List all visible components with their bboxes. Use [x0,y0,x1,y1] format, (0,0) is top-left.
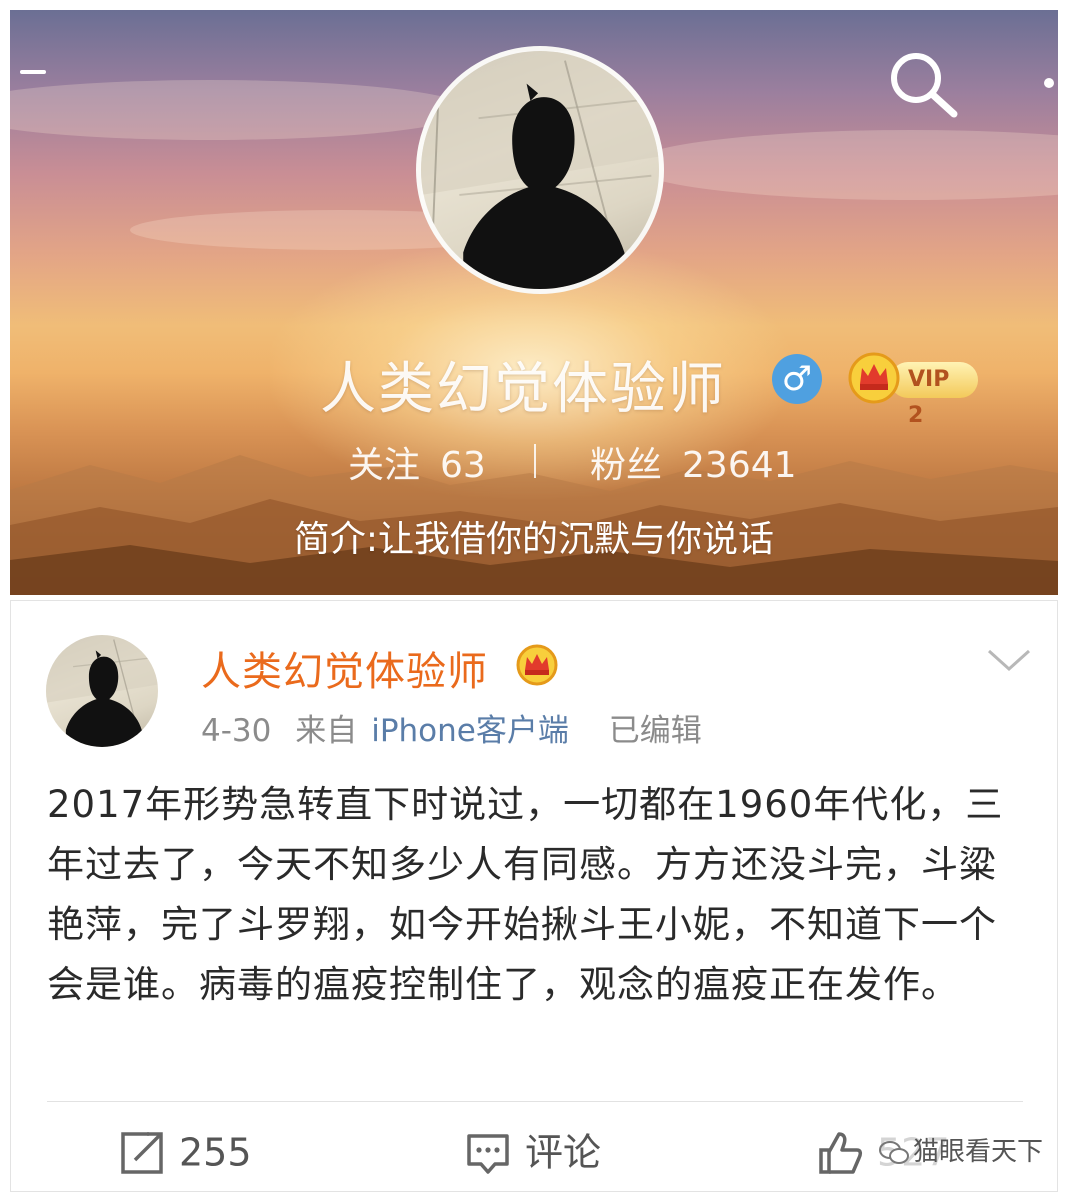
watermark-text: 猫眼看天下 [913,1137,1044,1167]
post-avatar[interactable] [46,635,158,747]
post-source-prefix: 来自 [295,713,358,749]
followers-stat[interactable]: 粉丝 23641 [590,436,797,488]
vip-badge[interactable]: VIP 2 [848,348,978,428]
comment-icon [467,1133,509,1174]
followers-count: 23641 [682,445,797,486]
profile-bio: 简介:让我借你的沉默与你说话 [293,519,775,560]
watermark: 猫眼看天下 [873,1129,1050,1170]
post-card: 人类幻觉体验师 4-30 来自 iPhone客户端 已编辑 2017年形势急转直下… [10,600,1058,1192]
profile-name: 人类幻觉体验师 [320,357,726,422]
like-icon [819,1131,863,1174]
search-icon[interactable] [882,46,962,118]
mountains-decoration [10,455,1058,595]
post-date: 4-30 [201,713,272,749]
avatar[interactable] [416,46,664,294]
profile-header: 人类幻觉体验师 ♂ VIP 2 关注 63 粉丝 23641 简介:让我借你的沉默与… [10,10,1058,595]
following-count: 63 [440,445,486,486]
followers-label: 粉丝 [590,445,663,486]
comment-button[interactable]: 评论 [465,1125,601,1175]
profile-stats: 关注 63 粉丝 23641 [10,430,1058,490]
vip-label: VIP 2 [890,362,978,428]
repost-count: 255 [179,1130,252,1175]
cloud-decoration [10,80,470,140]
cloud-decoration [630,130,1058,200]
comment-label: 评论 [525,1130,602,1175]
post-meta: 4-30 来自 iPhone客户端 已编辑 [201,705,716,750]
vip-crown-icon [848,352,900,404]
male-icon: ♂ [772,354,822,404]
following-stat[interactable]: 关注 63 [348,436,486,488]
repost-icon [121,1131,163,1174]
chevron-down-icon[interactable] [985,645,1033,675]
stats-divider [534,444,536,478]
more-icon[interactable] [1044,78,1054,88]
menu-icon[interactable] [20,70,46,74]
following-label: 关注 [348,445,421,486]
post-edited-label[interactable]: 已编辑 [609,713,702,749]
post-author-name[interactable]: 人类幻觉体验师 [201,639,488,697]
divider [47,1101,1023,1102]
wechat-icon [879,1140,909,1164]
vip-crown-icon [516,644,558,686]
repost-button[interactable]: 255 [119,1125,252,1175]
post-body: 2017年形势急转直下时说过，一切都在1960年代化，三年过去了，今天不知多少人… [47,783,1004,1006]
post-source-client[interactable]: iPhone客户端 [371,713,569,749]
